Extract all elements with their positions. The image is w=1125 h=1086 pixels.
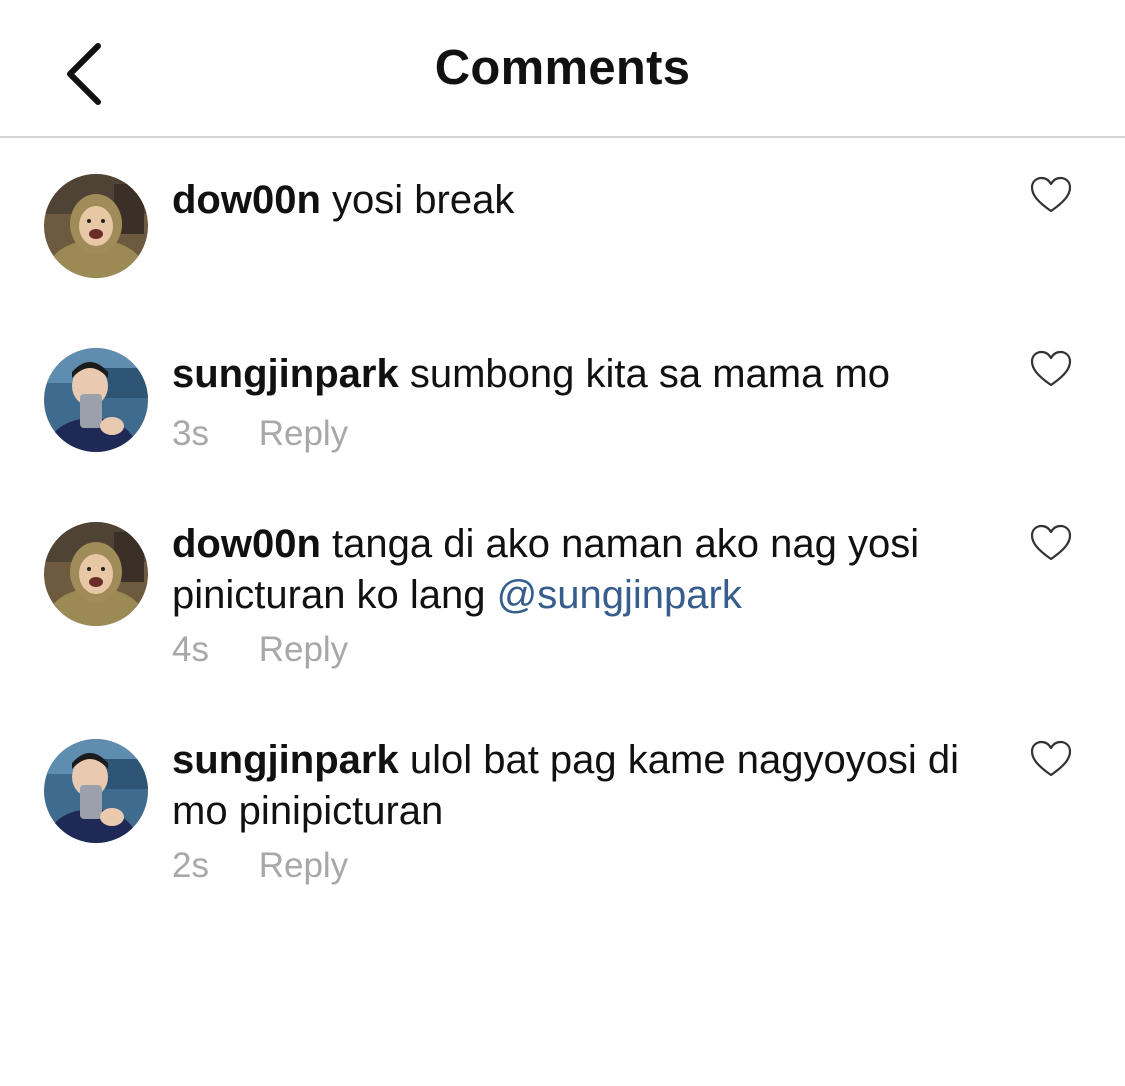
comment-meta: 2s Reply xyxy=(172,846,348,886)
comment-body: dow00n tanga di ako naman ako nag yosi p… xyxy=(172,519,1022,621)
avatar[interactable] xyxy=(44,522,148,626)
comment-timestamp: 3s xyxy=(172,414,209,453)
comment-meta: 4s Reply xyxy=(172,630,348,670)
comment-timestamp: 2s xyxy=(172,846,209,885)
heart-icon xyxy=(1030,524,1072,561)
comment-body: sungjinpark sumbong kita sa mama mo xyxy=(172,349,1022,400)
like-button[interactable] xyxy=(1030,176,1072,214)
comment-username[interactable]: sungjinpark xyxy=(172,738,399,782)
avatar[interactable] xyxy=(44,348,148,452)
comment-username[interactable]: sungjinpark xyxy=(172,352,399,396)
like-button[interactable] xyxy=(1030,350,1072,388)
user-avatar-mirror-selfie-icon xyxy=(44,348,148,452)
like-button[interactable] xyxy=(1030,740,1072,778)
comment-body: dow00n yosi break xyxy=(172,175,1022,226)
reply-button[interactable]: Reply xyxy=(259,414,348,453)
comment-username[interactable]: dow00n xyxy=(172,522,321,566)
comment-text: sumbong kita sa mama mo xyxy=(409,352,891,396)
comment-body: sungjinpark ulol bat pag kame nagyoyosi … xyxy=(172,735,1022,837)
reply-button[interactable]: Reply xyxy=(259,630,348,669)
heart-icon xyxy=(1030,740,1072,777)
comment-text: yosi break xyxy=(332,178,515,222)
heart-icon xyxy=(1030,350,1072,387)
reply-button[interactable]: Reply xyxy=(259,846,348,885)
heart-icon xyxy=(1030,176,1072,213)
user-avatar-hoodie-icon xyxy=(44,174,148,278)
avatar[interactable] xyxy=(44,174,148,278)
comment-meta: 3s Reply xyxy=(172,414,348,454)
header-bar: Comments xyxy=(0,0,1125,138)
user-avatar-mirror-selfie-icon xyxy=(44,739,148,843)
comment-timestamp: 4s xyxy=(172,630,209,669)
page-title: Comments xyxy=(434,41,691,95)
comment-mention-link[interactable]: @sungjinpark xyxy=(497,573,742,617)
user-avatar-hoodie-icon xyxy=(44,522,148,626)
like-button[interactable] xyxy=(1030,524,1072,562)
avatar[interactable] xyxy=(44,739,148,843)
comment-username[interactable]: dow00n xyxy=(172,178,321,222)
